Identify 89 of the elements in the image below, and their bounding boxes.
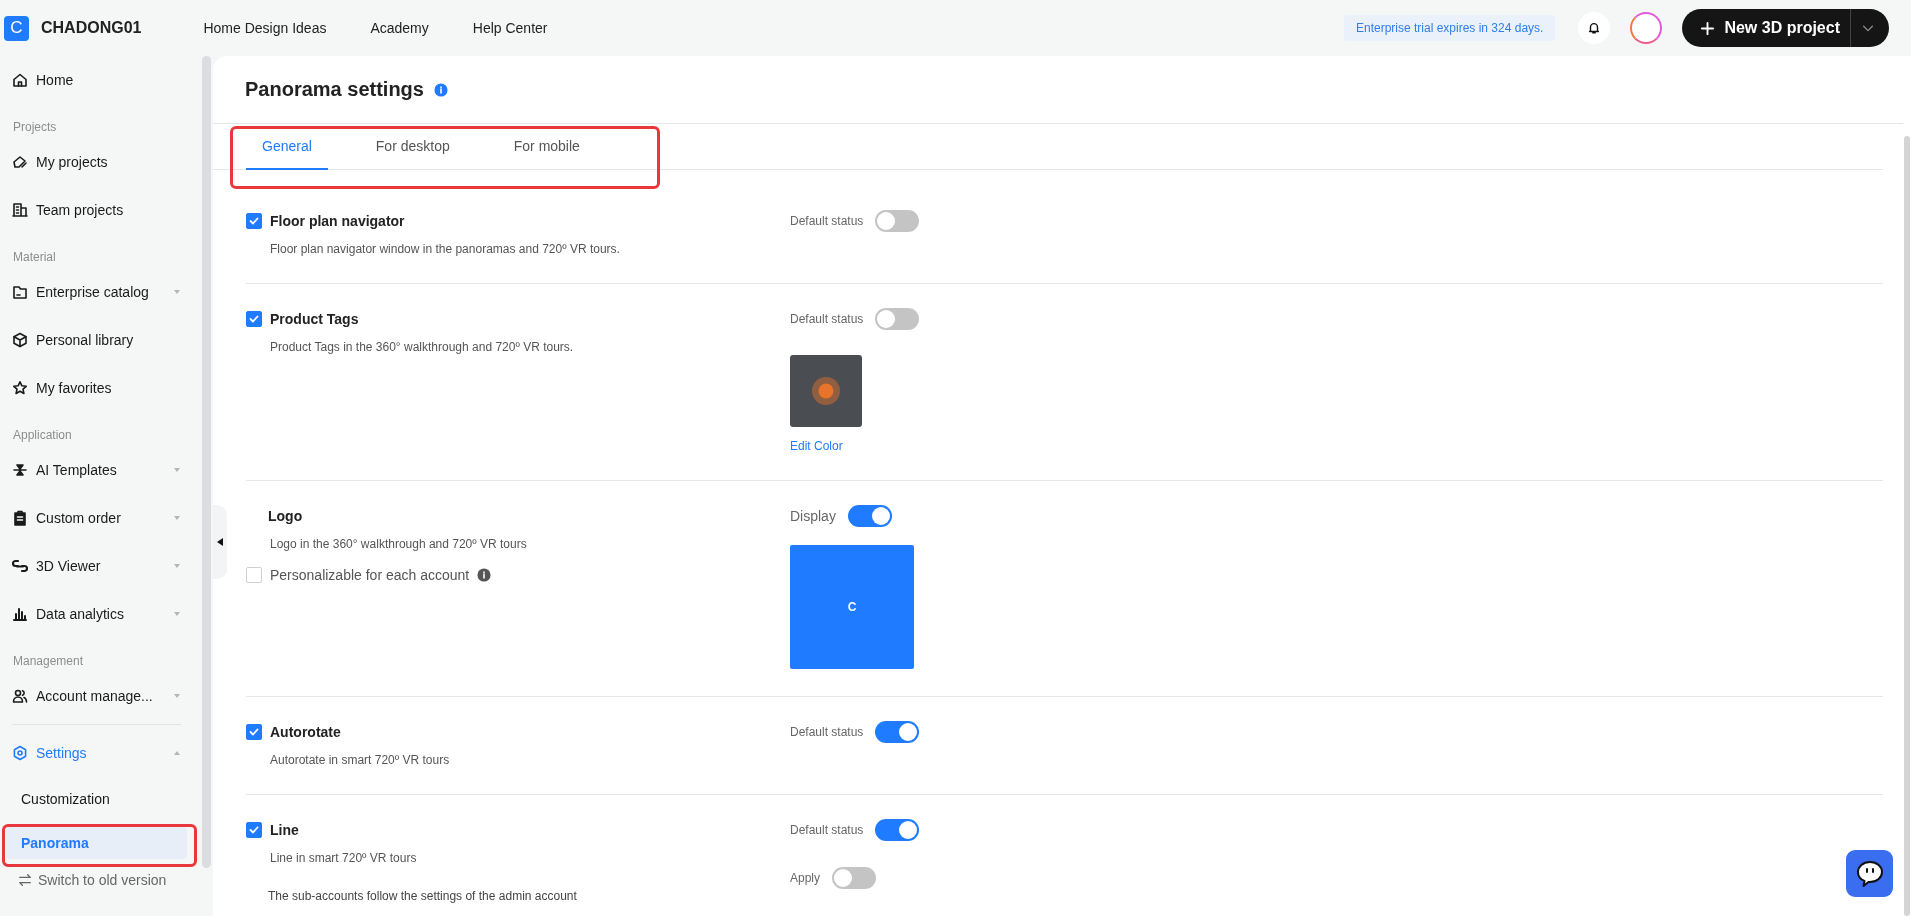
sidebar-item[interactable]: Team projects: [0, 186, 193, 234]
setting-description: Floor plan navigator window in the panoramas and 720º VR tours.: [270, 242, 621, 256]
nav-icon: [12, 72, 28, 88]
status-label: Default status: [790, 823, 864, 837]
edit-color-link[interactable]: Edit Color: [790, 439, 843, 453]
nav-icon: [12, 606, 28, 622]
section-label: Material: [12, 249, 57, 266]
setting-title: Floor plan navigator: [270, 213, 405, 229]
setting-title: Line: [270, 822, 299, 838]
tab[interactable]: General: [246, 124, 328, 170]
nav-link[interactable]: Home Design Ideas: [203, 16, 327, 40]
nav-icon: [12, 462, 28, 478]
setting-description: Line in smart 720º VR tours: [270, 851, 418, 865]
toggle-switch[interactable]: [875, 210, 920, 232]
new-project-button[interactable]: New 3D project: [1682, 9, 1851, 47]
sidebar-item[interactable]: Custom order: [0, 494, 193, 542]
setting-title: Logo: [268, 508, 303, 524]
info-icon: [433, 82, 448, 97]
nav-icon: [12, 558, 28, 574]
app-logo[interactable]: C: [4, 15, 29, 41]
toggle-switch[interactable]: [832, 867, 877, 889]
checkbox[interactable]: [246, 724, 262, 740]
toggle-switch[interactable]: [847, 505, 892, 527]
setting-title: Autorotate: [270, 724, 341, 740]
sidebar-item[interactable]: AI Templates: [0, 446, 193, 494]
collapse-handle[interactable]: [213, 505, 227, 579]
section-label: Projects: [12, 119, 58, 136]
scrollbar[interactable]: [1904, 136, 1910, 916]
tab[interactable]: For desktop: [359, 124, 466, 170]
status-label: Default status: [790, 214, 864, 228]
collapse-arrow-icon: [217, 538, 223, 546]
sidebar-item[interactable]: Data analytics: [0, 590, 193, 638]
status-label: Default status: [790, 725, 864, 739]
tab[interactable]: For mobile: [497, 124, 596, 170]
section-label: Management: [12, 653, 85, 670]
nav-link[interactable]: Help Center: [472, 16, 548, 40]
toggle-switch[interactable]: [875, 308, 920, 330]
sidebar-item[interactable]: My projects: [0, 138, 193, 186]
nav-icon: [12, 154, 28, 170]
section-label: Application: [12, 427, 73, 444]
notification-button[interactable]: [1578, 12, 1611, 44]
bell-icon: [1587, 21, 1602, 35]
apply-label: Apply: [790, 871, 821, 885]
page-title: Panorama settings: [245, 78, 424, 101]
scrollbar[interactable]: [202, 56, 211, 868]
setting-description: Autorotate in smart 720º VR tours: [270, 753, 451, 767]
nav-icon: [12, 380, 28, 396]
toggle-switch[interactable]: [875, 721, 920, 743]
nav-icon: [12, 202, 28, 218]
plus-icon: [1700, 20, 1716, 36]
logo-preview: C: [790, 545, 914, 669]
tag-marker-icon: [811, 376, 841, 406]
checkbox[interactable]: [246, 822, 262, 838]
swap-icon: [18, 873, 32, 887]
dropdown-button[interactable]: [1851, 9, 1889, 47]
setting-description: Logo in the 360° walkthrough and 720º VR tours: [270, 537, 528, 551]
checkbox[interactable]: [246, 311, 262, 327]
setting-title: Product Tags: [270, 311, 359, 327]
checkmark-icon: [248, 313, 260, 325]
status-label: Default status: [790, 312, 864, 326]
trial-notice: Enterprise trial expires in 324 days.: [1343, 15, 1556, 41]
toggle-switch[interactable]: [875, 819, 920, 841]
status-label: Display: [790, 508, 836, 524]
checkmark-icon: [248, 824, 260, 836]
sidebar-item[interactable]: Account manage...: [0, 672, 193, 720]
info-icon: [477, 568, 492, 582]
workspace-name: CHADONG01: [41, 19, 142, 37]
sidebar-item[interactable]: Enterprise catalog: [0, 268, 193, 316]
chat-button[interactable]: [1846, 850, 1893, 897]
sidebar-item[interactable]: Personal library: [0, 316, 193, 364]
avatar[interactable]: [1630, 12, 1663, 44]
nav-icon: [12, 688, 28, 704]
sidebar-subitem[interactable]: Customization: [6, 783, 187, 815]
sidebar-item[interactable]: Settings: [0, 729, 193, 777]
nav-icon: [12, 332, 28, 348]
sub-account-note: The sub-accounts follow the settings of the admin account: [268, 889, 578, 903]
nav-icon: [12, 510, 28, 526]
checkmark-icon: [248, 726, 260, 738]
option-label: Personalizable for each account: [270, 567, 470, 583]
checkmark-icon: [248, 215, 260, 227]
setting-description: Product Tags in the 360° walkthrough and 720º VR tours.: [270, 340, 575, 354]
nav-icon: [12, 745, 28, 761]
switch-version-link[interactable]: Switch to old version: [0, 865, 193, 895]
sidebar-item[interactable]: My favorites: [0, 364, 193, 412]
nav-icon: [12, 284, 28, 300]
nav-link[interactable]: Academy: [370, 16, 429, 40]
sidebar-item[interactable]: 3D Viewer: [0, 542, 193, 590]
checkbox[interactable]: [246, 213, 262, 229]
sidebar-item[interactable]: Home: [0, 56, 193, 104]
